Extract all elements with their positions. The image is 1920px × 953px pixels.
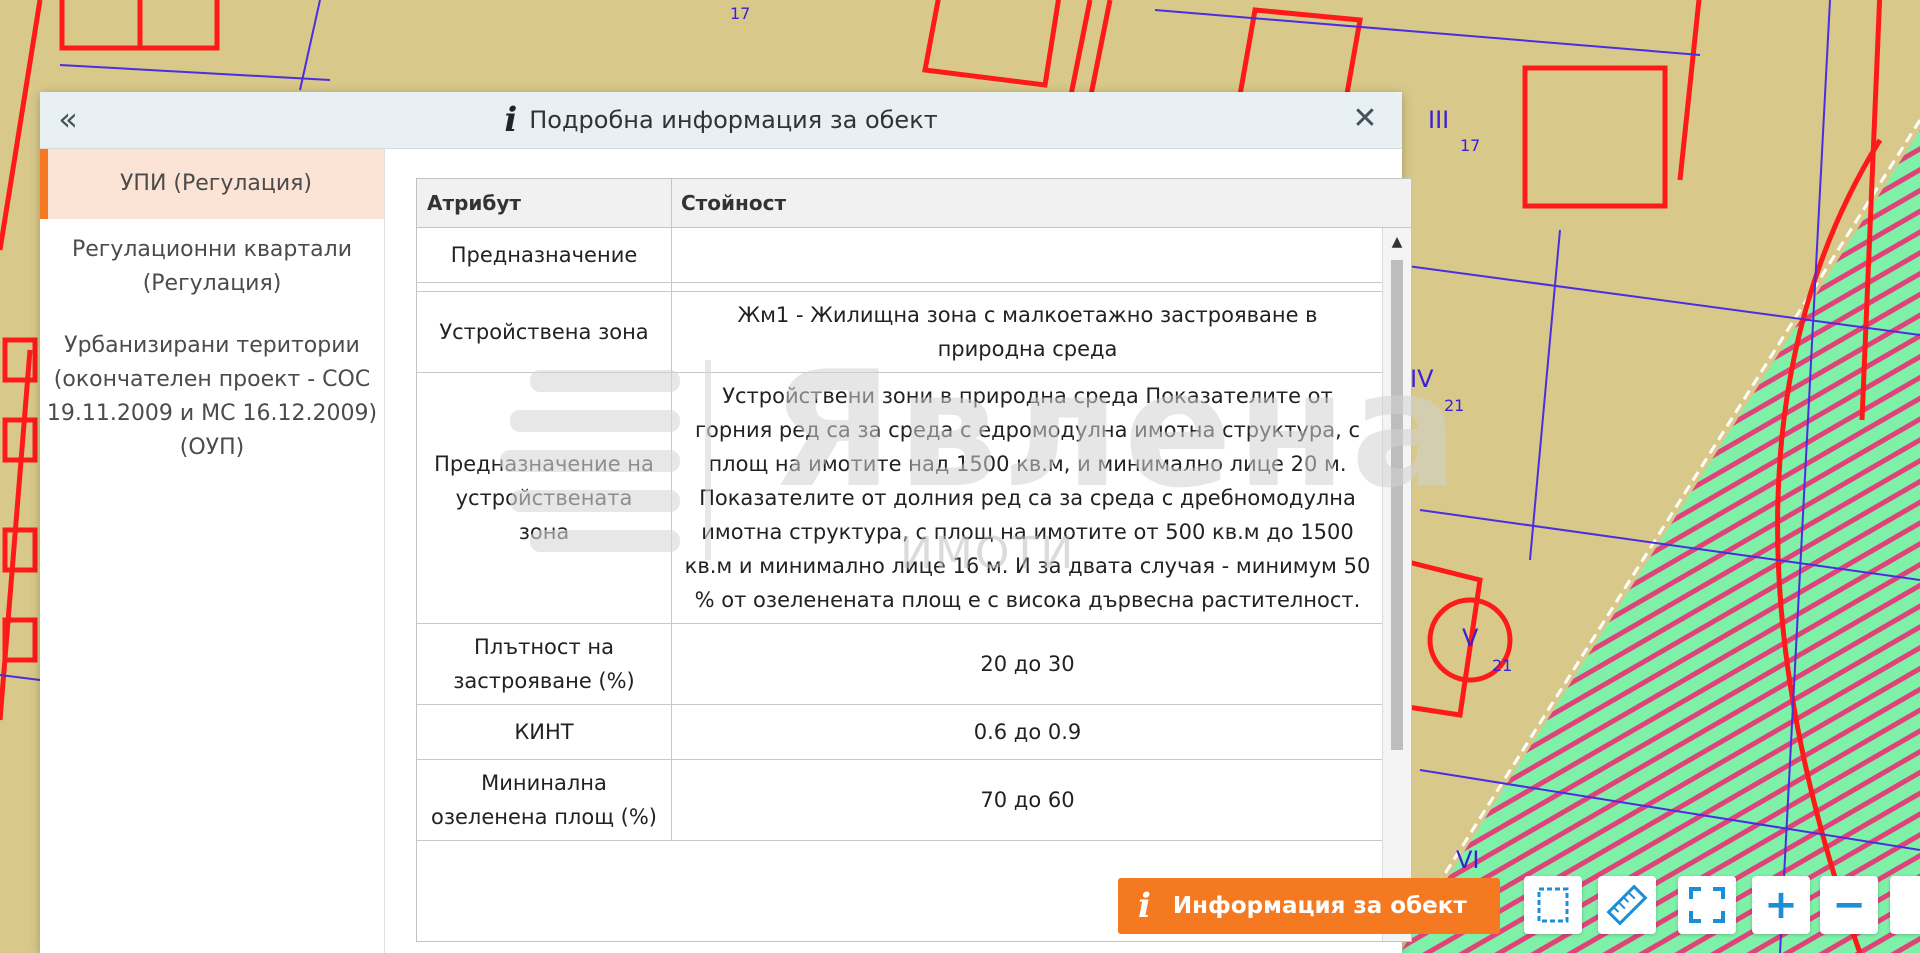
info-icon: i: [1138, 886, 1151, 926]
value-cell: 0.6 до 0.9: [671, 704, 1383, 760]
layer-item-upi[interactable]: УПИ (Регулация): [40, 149, 384, 219]
attribute-cell: Предназначение: [417, 228, 672, 283]
zoom-in-button[interactable]: +: [1752, 876, 1810, 934]
object-info-dialog: « i Подробна информация за обект ✕ УПИ (…: [40, 92, 1412, 953]
attribute-cell: КИНТ: [417, 704, 672, 760]
select-area-button[interactable]: [1524, 876, 1582, 934]
table-scrollbar[interactable]: ▲: [1382, 228, 1411, 941]
column-header-attribute: Атрибут: [417, 179, 672, 227]
fullscreen-icon: [1689, 887, 1725, 923]
map-label-sub-21-a: 21: [1444, 396, 1465, 415]
table-row: Предназначение на устройствената зона Ус…: [417, 372, 1383, 624]
select-area-icon: [1537, 887, 1569, 923]
more-tools-button[interactable]: [1890, 876, 1920, 934]
value-cell: Устройствени зони в природна среда Показ…: [671, 372, 1383, 624]
value-cell: Жм1 - Жилищна зона с малкоетажно застроя…: [671, 291, 1383, 373]
value-cell: 20 до 30: [671, 623, 1383, 705]
info-icon: i: [504, 100, 518, 140]
fullscreen-button[interactable]: [1678, 876, 1736, 934]
table-row: Устройствена зона Жм1 - Жилищна зона с м…: [417, 291, 1383, 373]
layer-item-urbanized-territories[interactable]: Урбанизирани територии (окончателен прое…: [40, 315, 384, 479]
dialog-header: « i Подробна информация за обект ✕: [40, 92, 1402, 149]
close-icon[interactable]: ✕: [1348, 102, 1382, 136]
table-row: Плътност на застрояване (%) 20 до 30: [417, 623, 1383, 705]
map-label-roman-vi: VI: [1456, 846, 1480, 874]
map-label-sub-21-b: 21: [1492, 656, 1513, 675]
table-row: Предназначение: [417, 228, 1383, 283]
attribute-cell: Мининална озеленена площ (%): [417, 759, 672, 841]
zoom-out-icon: −: [1832, 882, 1866, 928]
attribute-table: Атрибут Стойност Предназначение Устройст…: [416, 178, 1412, 942]
dialog-title: Подробна информация за обект: [529, 106, 938, 134]
map-label-roman-v: V: [1462, 624, 1479, 652]
attribute-cell: [417, 282, 672, 292]
map-label-roman-iv: IV: [1410, 365, 1434, 393]
table-header: Атрибут Стойност: [417, 179, 1411, 228]
zoom-in-icon: +: [1764, 882, 1798, 928]
layer-list: УПИ (Регулация) Регулационни квартали (Р…: [40, 149, 385, 953]
attribute-cell: Предназначение на устройствената зона: [417, 372, 672, 624]
scroll-up-arrow-icon[interactable]: ▲: [1383, 234, 1411, 250]
table-row: [417, 282, 1383, 292]
table-row: КИНТ 0.6 до 0.9: [417, 704, 1383, 760]
map-label-sub-17: 17: [1460, 136, 1481, 155]
value-cell: [671, 228, 1383, 283]
attribute-cell: Плътност на застрояване (%): [417, 623, 672, 705]
scroll-thumb[interactable]: [1391, 260, 1403, 750]
object-info-button-label: Информация за обект: [1172, 893, 1467, 919]
zoom-out-button[interactable]: −: [1820, 876, 1878, 934]
object-info-button[interactable]: i Информация за обект: [1118, 878, 1500, 934]
table-row: Мининална озеленена площ (%) 70 до 60: [417, 759, 1383, 841]
ruler-icon: [1606, 884, 1648, 926]
attribute-cell: Устройствена зона: [417, 291, 672, 373]
table-body[interactable]: Предназначение Устройствена зона Жм1 - Ж…: [417, 228, 1383, 941]
column-header-value: Стойност: [681, 191, 787, 215]
map-label-lot-17: 17: [730, 4, 751, 23]
value-cell: [671, 282, 1383, 292]
value-cell: 70 до 60: [671, 759, 1383, 841]
map-label-roman-iii: III: [1428, 106, 1450, 134]
layer-item-regulation-blocks[interactable]: Регулационни квартали (Регулация): [40, 219, 384, 315]
measure-button[interactable]: [1598, 876, 1656, 934]
